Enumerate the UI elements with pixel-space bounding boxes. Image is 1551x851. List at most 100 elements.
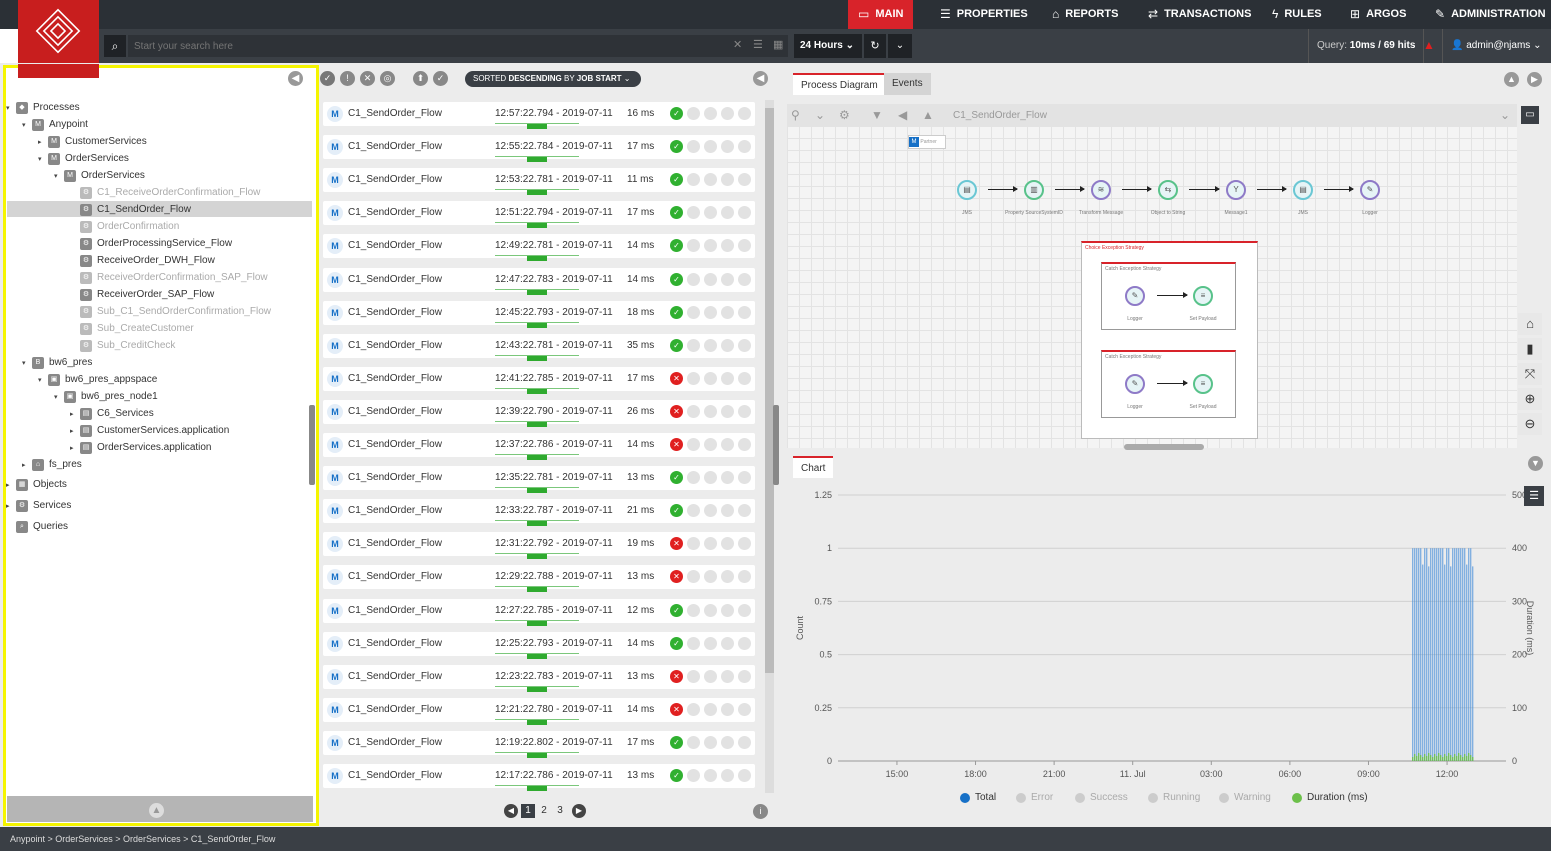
filter-success-icon[interactable]: ✓ xyxy=(320,71,335,86)
nav-rules[interactable]: ϟ RULES xyxy=(1262,0,1332,29)
table-row[interactable]: M C1_SendOrder_Flow 12:17:22.786 - 2019-07… xyxy=(323,764,755,791)
scrollbar-thumb[interactable] xyxy=(765,108,774,673)
table-row[interactable]: M C1_SendOrder_Flow 12:45:22.793 - 2019-07… xyxy=(323,300,755,328)
expand-toggle-icon[interactable]: ▾ xyxy=(22,359,32,367)
tree-node[interactable]: ▸ ▤ C6_Services xyxy=(70,405,154,422)
calendar-icon[interactable]: ▦ xyxy=(773,38,783,51)
tree-node[interactable]: ▸ ⚙ Services xyxy=(6,497,71,514)
tree-node[interactable]: ▾ M Anypoint xyxy=(22,116,88,133)
table-row[interactable]: M C1_SendOrder_Flow 12:55:22.784 - 2019-07… xyxy=(323,135,755,163)
table-row[interactable]: M C1_SendOrder_Flow 12:21:22.780 - 2019-07… xyxy=(323,697,755,725)
nav-properties[interactable]: ☰ PROPERTIES xyxy=(930,0,1038,29)
tree-node[interactable]: ▾ ◆ Processes xyxy=(6,99,80,116)
expand-toggle-icon[interactable]: ▾ xyxy=(22,121,32,129)
clear-search-icon[interactable]: ✕ xyxy=(733,38,742,51)
expand-toggle-icon[interactable]: ▸ xyxy=(70,444,80,452)
flow-node-icon[interactable]: ≋ xyxy=(1091,180,1111,200)
search-options-icon[interactable]: ☰ xyxy=(753,38,763,51)
expand-toggle-icon[interactable]: ▸ xyxy=(38,138,48,146)
refresh-dropdown[interactable]: ⌄ xyxy=(888,34,912,58)
tree-node[interactable]: ▸ ▦ Objects xyxy=(6,476,67,493)
filter-selected-icon[interactable]: ✓ xyxy=(433,71,448,86)
tree-node[interactable]: ⚙ C1_ReceiveOrderConfirmation_Flow xyxy=(70,184,260,201)
pin-icon[interactable]: ⚲ xyxy=(791,108,800,122)
expand-toggle-icon[interactable]: ▸ xyxy=(6,502,16,510)
nav-transactions[interactable]: ⇄ TRANSACTIONS xyxy=(1138,0,1261,29)
page-3-button[interactable]: 3 xyxy=(553,804,567,818)
tree-node[interactable]: ▾ ▣ bw6_pres_node1 xyxy=(54,388,158,405)
tree-node[interactable]: ▸ ⌂ fs_pres xyxy=(22,456,82,473)
step-up-icon[interactable]: ▲ xyxy=(922,108,934,122)
tab-process-diagram[interactable]: Process Diagram xyxy=(793,73,886,95)
expand-toggle-icon[interactable]: ▸ xyxy=(6,481,16,489)
step-back-icon[interactable]: ◀ xyxy=(898,108,907,122)
tree-node[interactable]: ⚙ Sub_C1_SendOrderConfirmation_Flow xyxy=(70,303,271,320)
table-row[interactable]: M C1_SendOrder_Flow 12:23:22.783 - 2019-07… xyxy=(323,664,755,692)
collapse-middle-panel-button[interactable]: ◀ xyxy=(753,71,768,86)
legend-item[interactable]: Success xyxy=(1075,792,1128,803)
tree-node[interactable]: ⚙ ReceiverOrder_SAP_Flow xyxy=(70,286,214,303)
table-row[interactable]: M C1_SendOrder_Flow 12:43:22.781 - 2019-07… xyxy=(323,333,755,361)
nav-argos[interactable]: ⊞ ARGOS xyxy=(1340,0,1416,29)
tree-node[interactable]: ⚙ Sub_CreditCheck xyxy=(70,337,175,354)
table-row[interactable]: M C1_SendOrder_Flow 12:31:22.792 - 2019-07… xyxy=(323,532,755,560)
zoom-out-icon[interactable]: ⊖ xyxy=(1518,413,1542,435)
legend-item[interactable]: Running xyxy=(1148,792,1200,803)
table-row[interactable]: M C1_SendOrder_Flow 12:27:22.785 - 2019-07… xyxy=(323,598,755,626)
tree-node[interactable]: ⚙ C1_SendOrder_Flow xyxy=(70,201,191,218)
middle-panel-resizer[interactable] xyxy=(773,405,779,485)
filter-warning-icon[interactable]: ! xyxy=(340,71,355,86)
tree-node[interactable]: ▸ M CustomerServices xyxy=(38,133,147,150)
table-row[interactable]: M C1_SendOrder_Flow 12:29:22.788 - 2019-07… xyxy=(323,565,755,593)
nav-main[interactable]: ▭ MAIN xyxy=(848,0,914,29)
tree-node[interactable]: ⌕ Queries xyxy=(6,518,68,535)
tree-node[interactable]: ▾ ▣ bw6_pres_appspace xyxy=(38,371,157,388)
expand-toggle-icon[interactable]: ▾ xyxy=(38,155,48,163)
filter-error-icon[interactable]: ✕ xyxy=(360,71,375,86)
download-icon[interactable]: ▼ xyxy=(1528,456,1543,471)
flow-node-icon[interactable]: ▤ xyxy=(957,180,977,200)
legend-item[interactable]: Duration (ms) xyxy=(1292,792,1368,803)
flow-node-icon[interactable]: ▥ xyxy=(1024,180,1044,200)
expand-toggle-icon[interactable]: ▾ xyxy=(54,172,64,180)
expand-toggle-icon[interactable]: ▾ xyxy=(38,376,48,384)
filter-running-icon[interactable]: ◎ xyxy=(380,71,395,86)
tree-node[interactable]: ⚙ Sub_CreateCustomer xyxy=(70,320,194,337)
flow-node-icon[interactable]: ▤ xyxy=(1293,180,1313,200)
next-page-button[interactable]: ▶ xyxy=(572,804,586,818)
table-row[interactable]: M C1_SendOrder_Flow 12:49:22.781 - 2019-07… xyxy=(323,234,755,262)
expand-toggle-icon[interactable]: ▸ xyxy=(70,427,80,435)
fit-screen-icon[interactable]: ⤧ xyxy=(1518,363,1542,385)
table-row[interactable]: M C1_SendOrder_Flow 12:25:22.793 - 2019-07… xyxy=(323,631,755,659)
tree-node[interactable]: ▾ M OrderServices xyxy=(38,150,129,167)
table-row[interactable]: M C1_SendOrder_Flow 12:37:22.786 - 2019-07… xyxy=(323,433,755,460)
diagram-chart-resizer[interactable] xyxy=(1124,444,1204,450)
chevron-down-icon[interactable]: ⌄ xyxy=(815,108,825,122)
tree-node[interactable]: ▸ ▤ CustomerServices.application xyxy=(70,422,229,439)
tab-events[interactable]: Events xyxy=(884,73,931,95)
table-row[interactable]: M C1_SendOrder_Flow 12:51:22.794 - 2019-07… xyxy=(323,201,755,229)
flow-node-icon[interactable]: ✎ xyxy=(1125,286,1145,306)
flow-node-icon[interactable]: ≡ xyxy=(1193,286,1213,306)
tree-node[interactable]: ⚙ ReceiveOrder_DWH_Flow xyxy=(70,252,215,269)
tree-node[interactable]: ▾ Bbw6_pres xyxy=(22,354,92,371)
table-row[interactable]: M C1_SendOrder_Flow 12:57:22.794 - 2019-07… xyxy=(323,102,755,129)
tab-chart[interactable]: Chart xyxy=(793,456,834,478)
settings-icon[interactable]: ⚙ xyxy=(839,108,850,122)
table-row[interactable]: M C1_SendOrder_Flow 12:47:22.783 - 2019-07… xyxy=(323,267,755,295)
scroll-top-button[interactable]: ▲ xyxy=(149,803,164,818)
legend-item[interactable]: Total xyxy=(960,792,996,803)
prev-page-button[interactable]: ◀ xyxy=(504,804,518,818)
table-row[interactable]: M C1_SendOrder_Flow 12:41:22.785 - 2019-07… xyxy=(323,366,755,394)
search-icon[interactable]: ⌕ xyxy=(104,35,126,57)
chart-menu-icon[interactable]: ☰ xyxy=(1524,486,1544,506)
flow-node-icon[interactable]: ✎ xyxy=(1125,374,1145,394)
table-row[interactable]: M C1_SendOrder_Flow 12:19:22.802 - 2019-07… xyxy=(323,730,755,758)
legend-item[interactable]: Warning xyxy=(1219,792,1271,803)
table-row[interactable]: M C1_SendOrder_Flow 12:39:22.790 - 2019-07… xyxy=(323,399,755,427)
expand-toggle-icon[interactable]: ▾ xyxy=(6,104,16,112)
flow-node-icon[interactable]: ≡ xyxy=(1193,374,1213,394)
table-row[interactable]: M C1_SendOrder_Flow 12:35:22.781 - 2019-07… xyxy=(323,466,755,494)
scroll-up-icon[interactable]: ▲ xyxy=(1504,72,1519,87)
flow-node-icon[interactable]: Y xyxy=(1226,180,1246,200)
